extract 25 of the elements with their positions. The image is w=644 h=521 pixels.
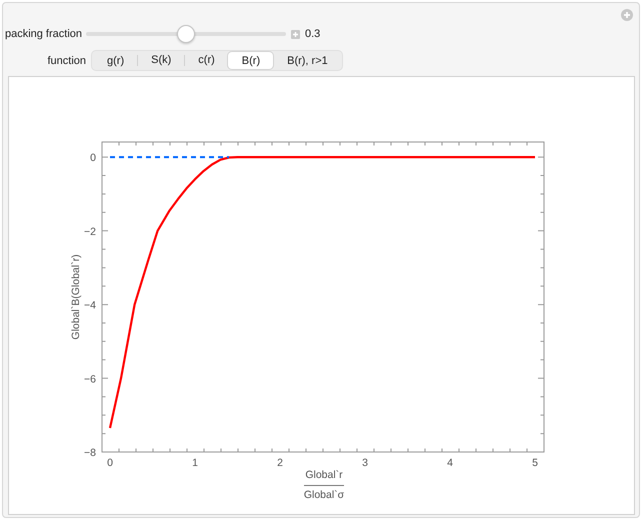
tick-label: 5 xyxy=(532,457,538,469)
slider-label: packing fraction xyxy=(4,28,83,40)
slider-thumb[interactable] xyxy=(177,25,195,43)
slider-value: 0.3 xyxy=(305,28,320,40)
tick-label: 3 xyxy=(362,457,368,469)
tick-label: −4 xyxy=(84,300,96,312)
axis-label: Global`σ xyxy=(304,489,344,501)
tick-label: −6 xyxy=(84,373,96,386)
axis-label: Global`B(Global`r) xyxy=(70,254,82,340)
function-tab[interactable]: B(r), r>1 xyxy=(273,52,341,69)
add-icon[interactable] xyxy=(621,9,633,21)
function-tab[interactable]: B(r) xyxy=(228,52,274,69)
tick-label: 0 xyxy=(90,152,96,164)
tick-label: 1 xyxy=(192,457,198,469)
function-tab[interactable]: S(k) xyxy=(137,55,184,66)
tick-label: 0 xyxy=(107,457,113,469)
plus-icon[interactable] xyxy=(291,30,300,38)
tick-label: −8 xyxy=(84,447,96,459)
tick-label: 2 xyxy=(277,457,283,469)
setter-label: function xyxy=(46,54,87,66)
axis-label: Global`r xyxy=(305,469,343,481)
tick-label: 4 xyxy=(447,457,453,469)
tick-label: −2 xyxy=(84,226,96,238)
function-tab[interactable]: g(r) xyxy=(93,52,138,69)
slider[interactable] xyxy=(86,25,286,43)
